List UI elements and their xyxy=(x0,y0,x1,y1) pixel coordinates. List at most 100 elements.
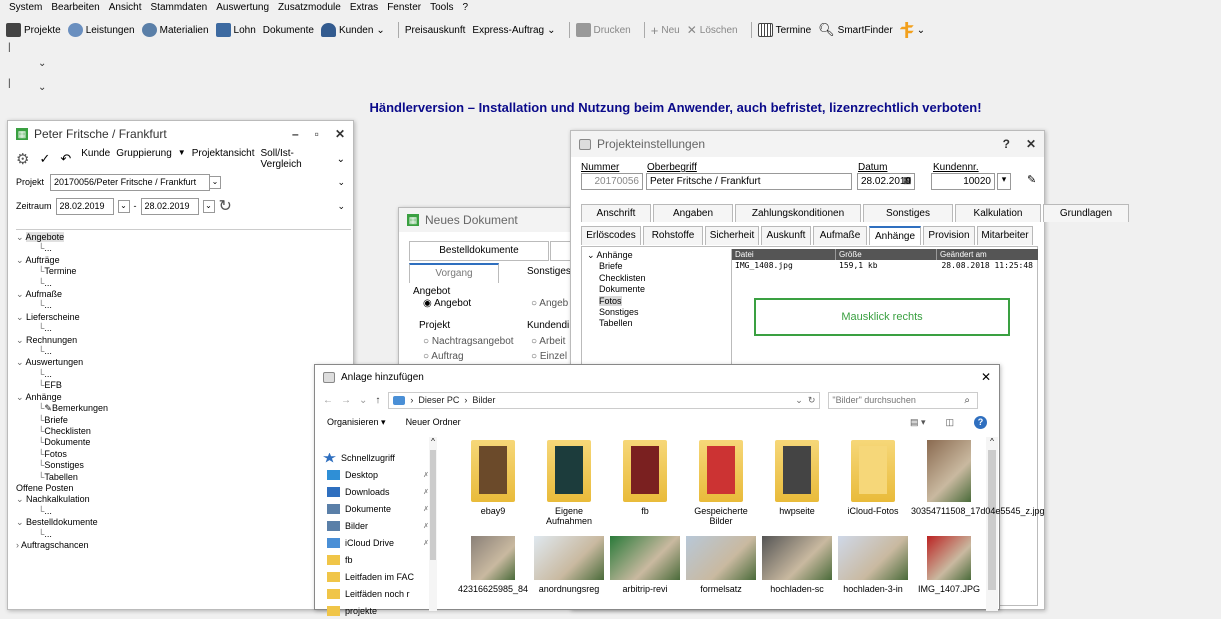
file-item[interactable]: anordnungsreg xyxy=(531,536,607,594)
tab-vorgang[interactable]: Vorgang xyxy=(409,263,499,283)
tree-item[interactable]: └Briefe xyxy=(16,415,351,426)
calendar-icon[interactable]: ▦ xyxy=(903,175,912,186)
tab-aufmaße[interactable]: Aufmaße xyxy=(813,226,867,245)
tree-item[interactable]: └Tabellen xyxy=(16,472,351,483)
file-item[interactable]: 30354711508_17d04e5545_z.jpg xyxy=(911,440,1044,526)
tree-item[interactable]: └Sonstiges xyxy=(16,460,351,471)
chevron-down-icon[interactable]: ⌄ xyxy=(337,177,345,188)
tree-item[interactable]: └... xyxy=(16,346,351,357)
radio-auftrag[interactable]: ○ Auftrag xyxy=(423,351,464,362)
projekt-select[interactable] xyxy=(50,173,211,191)
dropdown-button[interactable]: ⌄ xyxy=(209,175,222,189)
file-item[interactable]: IMG_1407.JPG xyxy=(911,536,987,594)
menu-item[interactable]: ? xyxy=(462,2,468,14)
chevron-down-icon[interactable]: ⌄ xyxy=(38,58,46,69)
menu-item[interactable]: Extras xyxy=(350,2,378,14)
neu-button[interactable]: + Neu xyxy=(651,23,680,38)
file-item[interactable]: fb xyxy=(607,440,683,526)
dropdown-button[interactable]: ▾ xyxy=(997,173,1011,190)
materialien-button[interactable]: Materialien xyxy=(141,23,209,37)
tab-auskunft[interactable]: Auskunft xyxy=(761,226,811,245)
menu-item[interactable]: Stammdaten xyxy=(151,2,208,14)
termine-button[interactable]: Termine xyxy=(757,23,811,37)
chevron-down-icon[interactable]: ⌄ xyxy=(337,154,345,165)
tree-item[interactable]: ⌄ Angebote xyxy=(16,232,351,243)
signpost-button[interactable]: ⌄ xyxy=(899,22,925,38)
tree-item[interactable]: Dokumente xyxy=(599,284,727,295)
tree-item[interactable]: ⌄ Nachkalkulation xyxy=(16,494,351,505)
col-geaendert[interactable]: Geändert am xyxy=(937,249,1037,260)
kunden-button[interactable]: Kunden ⌄ xyxy=(320,23,385,37)
organisieren-button[interactable]: Organisieren ▾ xyxy=(327,417,386,428)
menu-item[interactable]: Auswertung xyxy=(216,2,269,14)
tab-anhänge[interactable]: Anhänge xyxy=(869,226,921,245)
tree-item[interactable]: └Dokumente xyxy=(16,437,351,448)
radio-arbeit[interactable]: ○ Arbeit xyxy=(531,336,565,347)
file-item[interactable]: arbitrip-revi xyxy=(607,536,683,594)
tab-kalkulation[interactable]: Kalkulation xyxy=(955,204,1041,222)
chevron-down-icon[interactable]: ⌄ xyxy=(38,82,46,93)
file-item[interactable]: formelsatz xyxy=(683,536,759,594)
search-input[interactable] xyxy=(828,391,979,409)
chevron-down-icon[interactable]: ⌄ xyxy=(359,395,367,406)
file-item[interactable]: 42316625985_84 xyxy=(455,536,531,594)
minimize-button[interactable]: – xyxy=(292,127,299,141)
up-arrow-icon[interactable]: ↑ xyxy=(375,395,380,406)
tab-sicherheit[interactable]: Sicherheit xyxy=(705,226,759,245)
forward-arrow-icon[interactable]: → xyxy=(341,395,351,406)
col-groesse[interactable]: Größe xyxy=(836,249,937,260)
lohn-button[interactable]: Lohn xyxy=(215,23,256,37)
project-toolbar-item[interactable]: Soll/Ist-Vergleich xyxy=(261,148,327,170)
tab-bestelldokumente[interactable]: Bestelldokumente xyxy=(409,241,549,261)
help-icon[interactable]: ? xyxy=(974,415,987,429)
address-bar[interactable]: › Dieser PC › Bilder ⌄ ↻ xyxy=(388,391,821,409)
tree-item[interactable]: ⌄ Auswertungen xyxy=(16,357,351,368)
tab-erlöscodes[interactable]: Erlöscodes xyxy=(581,226,641,245)
tree-item[interactable]: └... xyxy=(16,506,351,517)
nav-item[interactable]: Bilder ✗ xyxy=(323,517,429,534)
table-row[interactable]: IMG_1408.jpg 159,1 kb 28.08.2018 11:25:4… xyxy=(732,260,1038,272)
tree-item[interactable]: Fotos xyxy=(599,295,727,307)
tab-zahlungskonditionen[interactable]: Zahlungskonditionen xyxy=(735,204,861,222)
dropdown-button[interactable]: ⌄ xyxy=(117,199,130,213)
close-button[interactable]: ✕ xyxy=(981,370,991,384)
refresh-icon[interactable]: ↻ xyxy=(219,196,232,216)
tab-sonstiges[interactable]: Sonstiges xyxy=(863,204,953,222)
tree-item[interactable]: └Checklisten xyxy=(16,426,351,437)
projekte-button[interactable]: Projekte xyxy=(6,23,61,37)
tab-rohstoffe[interactable]: Rohstoffe xyxy=(643,226,703,245)
radio-angebot[interactable]: ◉ Angebot xyxy=(423,298,471,309)
tab-grundlagen[interactable]: Grundlagen xyxy=(1043,204,1129,222)
gear-icon[interactable]: ⚙ xyxy=(16,150,29,168)
tree-item[interactable]: ⌄ Aufmaße xyxy=(16,289,351,300)
tree-item[interactable]: └... xyxy=(16,369,351,380)
tree-item[interactable]: └Termine xyxy=(16,266,351,277)
nav-scrollbar[interactable]: ^ xyxy=(429,437,437,611)
radio-einzel[interactable]: ○ Einzel xyxy=(531,351,567,362)
nav-item[interactable]: Leitfäden noch r xyxy=(323,585,429,602)
edit-icon[interactable]: ✎ xyxy=(1027,173,1036,186)
dropdown-button[interactable]: ⌄ xyxy=(202,199,215,213)
nav-item[interactable]: Dokumente ✗ xyxy=(323,500,429,517)
file-item[interactable]: Eigene Aufnahmen xyxy=(531,440,607,526)
menu-item[interactable]: Fenster xyxy=(387,2,421,14)
chevron-down-icon[interactable]: ⌄ xyxy=(795,395,803,406)
tree-item[interactable]: Briefe xyxy=(599,261,727,272)
tree-item[interactable]: └Fotos xyxy=(16,449,351,460)
nav-item[interactable]: Schnellzugriff xyxy=(323,449,429,466)
tree-item[interactable]: └... xyxy=(16,300,351,311)
preview-pane-icon[interactable]: ◫ xyxy=(945,417,954,428)
file-item[interactable]: hwpseite xyxy=(759,440,835,526)
tree-item[interactable]: └... xyxy=(16,529,351,540)
files-scrollbar[interactable]: ^ xyxy=(986,437,998,611)
col-datei[interactable]: Datei xyxy=(732,249,836,260)
nav-item[interactable]: Leitfaden im FAC xyxy=(323,568,429,585)
menu-item[interactable]: Zusatzmodule xyxy=(278,2,341,14)
radio-angebot-2[interactable]: ○ Angeb xyxy=(531,298,568,309)
refresh-icon[interactable]: ↻ xyxy=(808,395,816,406)
tab-angaben[interactable]: Angaben xyxy=(653,204,733,222)
project-toolbar-item[interactable]: Kunde xyxy=(81,148,110,170)
menu-item[interactable]: Bearbeiten xyxy=(51,2,99,14)
nav-item[interactable]: fb xyxy=(323,551,429,568)
project-toolbar-item[interactable]: Gruppierung xyxy=(116,148,172,170)
